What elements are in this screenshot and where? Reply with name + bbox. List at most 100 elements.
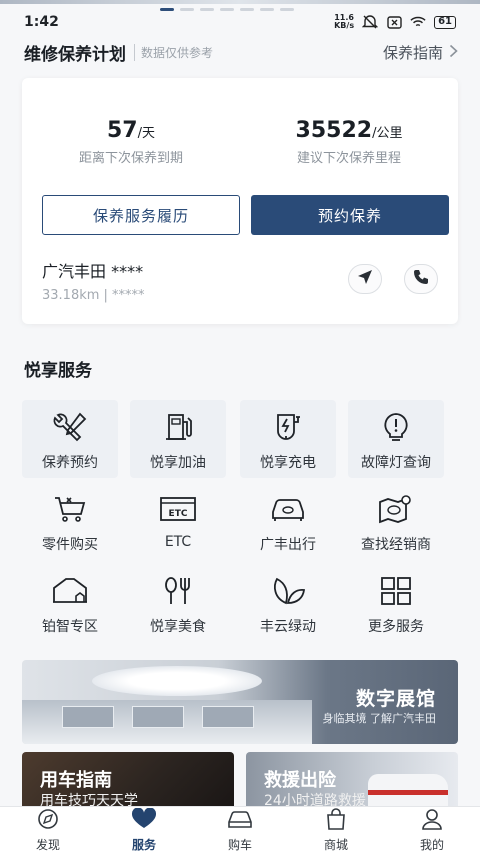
status-bar: 1:42 11.6 KB/s 61 <box>0 12 480 32</box>
call-button[interactable] <box>404 264 438 294</box>
carousel-dot[interactable] <box>260 8 274 11</box>
dealer-distance: 33.18km | ***** <box>42 288 145 303</box>
days-value: 57 <box>106 118 138 143</box>
sim-blocked-icon <box>386 15 402 29</box>
service-food[interactable]: 悦享美食 <box>130 564 226 642</box>
days-stat: 57/天 距离下次保养到期 <box>22 118 240 166</box>
mileage-stat: 35522/公里 建议下次保养里程 <box>240 118 458 166</box>
carousel-dot[interactable] <box>180 8 194 11</box>
plan-title: 维修保养计划 <box>24 44 126 65</box>
service-page: 1:42 11.6 KB/s 61 维修保养计划 数据仅供参考 保养指南 57/… <box>0 0 480 853</box>
service-label: 查找经销商 <box>361 537 431 553</box>
service-label: 铂智专区 <box>42 619 98 635</box>
days-unit: /天 <box>137 126 155 141</box>
carousel-dot[interactable] <box>240 8 254 11</box>
warning-light-icon <box>378 400 414 446</box>
promo-title: 用车指南 <box>40 770 112 791</box>
grid-more-icon <box>379 564 413 610</box>
mileage-value: 35522 <box>295 118 373 143</box>
user-icon <box>421 808 443 834</box>
days-caption: 距离下次保养到期 <box>78 151 183 166</box>
showroom-display-image <box>132 706 184 728</box>
etc-card-icon: ETC <box>158 482 198 528</box>
car-guide-card[interactable]: 用车指南 用车技巧天天学 <box>22 752 234 808</box>
service-warning-lights[interactable]: 故障灯查询 <box>348 400 444 478</box>
mute-icon <box>362 15 379 29</box>
phone-icon <box>413 269 429 289</box>
service-label: 保养预约 <box>42 455 98 471</box>
tab-buy-car[interactable]: 购车 <box>192 807 288 853</box>
carousel-indicators <box>160 8 294 11</box>
book-maintenance-button[interactable]: 预约保养 <box>251 195 449 235</box>
navigation-arrow-icon <box>357 269 373 289</box>
bottom-tab-bar: 发现 服务 购车 商城 我的 <box>0 806 480 853</box>
service-bozhi-zone[interactable]: 铂智专区 <box>22 564 118 642</box>
tab-label: 服务 <box>131 837 156 852</box>
showroom-display-image <box>62 706 114 728</box>
showroom-ceiling-light-image <box>92 666 262 696</box>
network-speed-unit: KB/s <box>334 21 355 30</box>
service-travel[interactable]: 广丰出行 <box>240 482 336 560</box>
museum-subtitle: 身临其境 了解广汽丰田 <box>322 712 437 725</box>
carousel-dot[interactable] <box>280 8 294 11</box>
status-time: 1:42 <box>24 14 59 30</box>
showroom-display-image <box>202 706 254 728</box>
chevron-right-icon <box>449 43 458 62</box>
maintenance-card: 57/天 距离下次保养到期 35522/公里 建议下次保养里程 保养服务履历 预… <box>22 78 458 324</box>
rescue-van-image <box>368 774 448 808</box>
service-etc[interactable]: ETC ETC <box>130 482 226 560</box>
dealer-name: 广汽丰田 **** <box>42 262 144 281</box>
service-history-button[interactable]: 保养服务履历 <box>42 195 240 235</box>
parts-cart-icon <box>52 482 88 528</box>
plan-note: 数据仅供参考 <box>134 43 213 61</box>
shopping-bag-icon <box>325 807 347 834</box>
services-title: 悦享服务 <box>24 361 92 381</box>
guide-link-label: 保养指南 <box>382 43 443 62</box>
service-maintenance-booking[interactable]: 保养预约 <box>22 400 118 478</box>
plan-header: 维修保养计划 数据仅供参考 保养指南 <box>24 40 458 65</box>
tab-services[interactable]: 服务 <box>96 806 192 853</box>
maintenance-guide-link[interactable]: 保养指南 <box>383 42 458 63</box>
tab-label: 我的 <box>419 837 444 852</box>
tab-mall[interactable]: 商城 <box>288 807 384 853</box>
tab-discover[interactable]: 发现 <box>0 807 96 853</box>
network-speed: 11.6 KB/s <box>334 14 354 30</box>
service-label: 零件购买 <box>42 537 98 553</box>
service-label: 悦享加油 <box>150 455 206 471</box>
service-parts-purchase[interactable]: 零件购买 <box>22 482 118 560</box>
tab-profile[interactable]: 我的 <box>384 807 480 853</box>
tab-label: 购车 <box>227 837 252 852</box>
mileage-caption: 建议下次保养里程 <box>296 151 401 166</box>
service-fuel[interactable]: 悦享加油 <box>130 400 226 478</box>
heart-icon <box>131 806 157 834</box>
tab-label: 商城 <box>323 837 348 852</box>
battery-indicator: 61 <box>434 15 456 29</box>
car-front-icon <box>269 482 307 528</box>
service-label: 悦享充电 <box>260 455 316 471</box>
service-label: 更多服务 <box>368 619 424 635</box>
roadside-rescue-card[interactable]: 救援出险 24小时道路救援 <box>246 752 458 808</box>
service-more[interactable]: 更多服务 <box>348 564 444 642</box>
navigate-button[interactable] <box>348 264 382 294</box>
charging-station-icon <box>270 400 306 446</box>
service-find-dealer[interactable]: 查找经销商 <box>348 482 444 560</box>
svg-text:ETC: ETC <box>169 509 188 519</box>
service-charging[interactable]: 悦享充电 <box>240 400 336 478</box>
mileage-unit: /公里 <box>372 126 403 141</box>
fuel-pump-icon <box>160 400 196 446</box>
carousel-dot[interactable] <box>200 8 214 11</box>
service-label: ETC <box>164 534 192 550</box>
carousel-dot[interactable] <box>160 8 174 11</box>
service-label: 故障灯查询 <box>361 455 431 471</box>
dealer-map-icon <box>377 482 415 528</box>
digital-museum-banner[interactable]: 数字展馆 身临其境 了解广汽丰田 <box>22 660 458 744</box>
service-label: 丰云绿动 <box>260 619 316 635</box>
service-green[interactable]: 丰云绿动 <box>240 564 336 642</box>
leaf-icon <box>269 564 307 610</box>
tab-label: 发现 <box>35 837 60 852</box>
carousel-dot[interactable] <box>220 8 234 11</box>
dealer-info[interactable]: 广汽丰田 **** 33.18km | ***** <box>42 258 145 303</box>
service-label: 悦享美食 <box>150 619 206 635</box>
museum-title: 数字展馆 <box>355 688 436 710</box>
top-banner-edge <box>0 0 480 4</box>
